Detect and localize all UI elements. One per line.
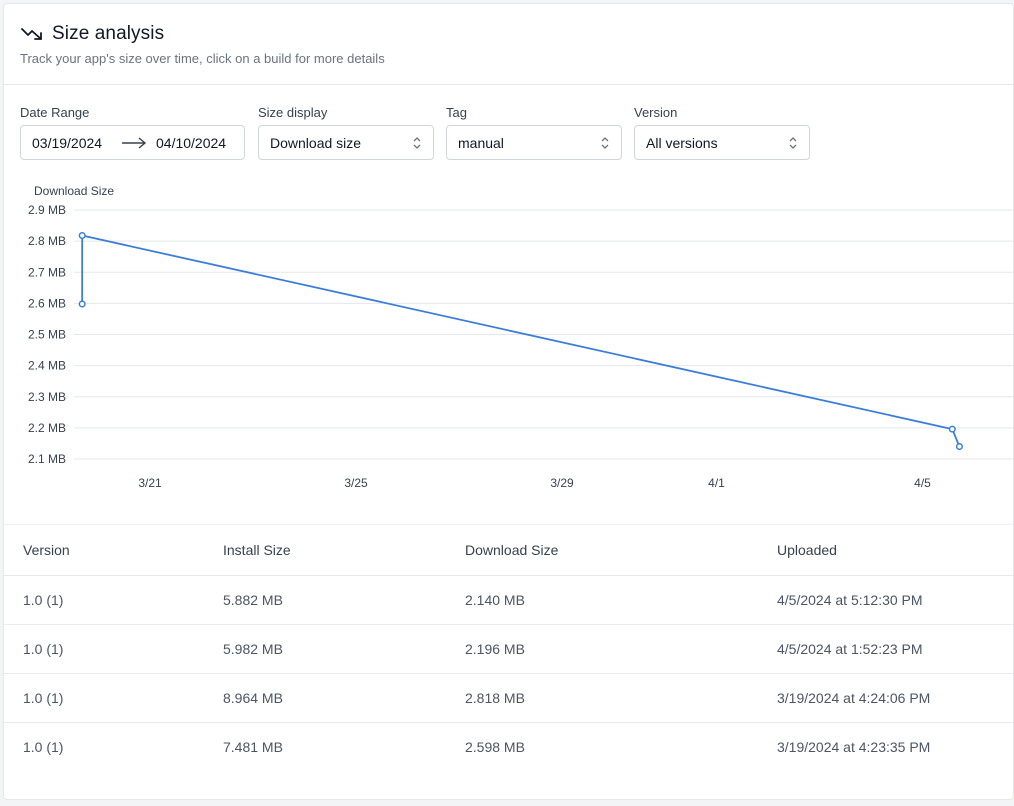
download-size-chart: Download Size 2.9 MB 2.8 MB 2.7 MB 2.6 MB 2.5… [4,174,1013,514]
card-header: Size analysis Track your app's size over… [4,4,1013,85]
cell-version: 1.0 (1) [23,739,64,755]
cell-version: 1.0 (1) [23,641,64,657]
line-chart: Download Size 2.9 MB 2.8 MB 2.7 MB 2.6 MB 2.5… [28,184,1013,490]
y-tick-label: 2.8 MB [28,234,66,248]
page-title: Size analysis [52,23,165,44]
table-header: Version Install Size Download Size Uploa… [4,525,1013,576]
date-range-end[interactable]: 04/10/2024 [156,135,226,151]
tag-label: Tag [446,105,467,120]
version-select[interactable]: All versions [634,125,810,160]
tag-value: manual [458,135,504,151]
column-header-uploaded[interactable]: Uploaded [777,542,837,558]
table-row[interactable]: 1.0 (1) 8.964 MB 2.818 MB 3/19/2024 at 4… [4,673,1013,723]
cell-download-size: 2.140 MB [465,592,525,608]
y-tick-label: 2.5 MB [28,328,66,342]
x-tick-label: 3/29 [550,476,574,490]
y-tick-label: 2.4 MB [28,359,66,373]
column-header-install-size[interactable]: Install Size [223,542,291,558]
tag-select[interactable]: manual [446,125,622,160]
cell-install-size: 5.882 MB [223,592,283,608]
size-display-label: Size display [258,105,328,120]
cell-uploaded: 4/5/2024 at 1:52:23 PM [777,641,923,657]
cell-uploaded: 3/19/2024 at 4:24:06 PM [777,690,931,706]
y-tick-label: 2.1 MB [28,452,66,466]
cell-download-size: 2.598 MB [465,739,525,755]
date-range-label: Date Range [20,105,90,120]
y-tick-label: 2.3 MB [28,390,66,404]
column-header-version[interactable]: Version [23,542,70,558]
cell-uploaded: 4/5/2024 at 5:12:30 PM [777,592,923,608]
y-tick-label: 2.6 MB [28,296,66,310]
cell-download-size: 2.818 MB [465,690,525,706]
cell-uploaded: 3/19/2024 at 4:23:35 PM [777,739,931,755]
y-tick-label: 2.9 MB [28,203,66,217]
arrow-right-icon [122,137,147,149]
data-point [78,300,86,308]
column-header-download-size[interactable]: Download Size [465,542,558,558]
cell-version: 1.0 (1) [23,690,64,706]
x-tick-label: 3/21 [138,476,162,490]
data-point [948,425,956,433]
chevron-up-down-icon [413,137,421,149]
cell-download-size: 2.196 MB [465,641,525,657]
cell-install-size: 7.481 MB [223,739,283,755]
cell-install-size: 8.964 MB [223,690,283,706]
y-axis-title: Download Size [34,184,114,198]
chevron-up-down-icon [789,137,797,149]
x-tick-label: 3/25 [344,476,368,490]
size-display-value: Download size [270,135,362,151]
date-range-start[interactable]: 03/19/2024 [32,135,102,151]
version-value: All versions [646,135,718,151]
chevron-up-down-icon [601,137,609,149]
table-row[interactable]: 1.0 (1) 5.882 MB 2.140 MB 4/5/2024 at 5:… [4,575,1013,625]
x-tick-label: 4/1 [708,476,725,490]
data-point [955,443,963,451]
cell-install-size: 5.982 MB [223,641,283,657]
cell-version: 1.0 (1) [23,592,64,608]
x-tick-label: 4/5 [914,476,931,490]
series-line [81,234,961,447]
table-row[interactable]: 1.0 (1) 7.481 MB 2.598 MB 3/19/2024 at 4… [4,722,1013,771]
y-tick-label: 2.2 MB [28,421,66,435]
table-row[interactable]: 1.0 (1) 5.982 MB 2.196 MB 4/5/2024 at 1:… [4,624,1013,674]
page-subtitle: Track your app's size over time, click o… [20,51,385,66]
size-analysis-card: Size analysis Track your app's size over… [3,3,1014,800]
trending-down-icon [21,28,42,40]
size-display-select[interactable]: Download size [258,125,434,160]
y-tick-label: 2.7 MB [28,265,66,279]
version-label: Version [634,105,678,120]
date-range-picker[interactable]: 03/19/2024 04/10/2024 [20,125,245,160]
data-point [78,231,86,240]
